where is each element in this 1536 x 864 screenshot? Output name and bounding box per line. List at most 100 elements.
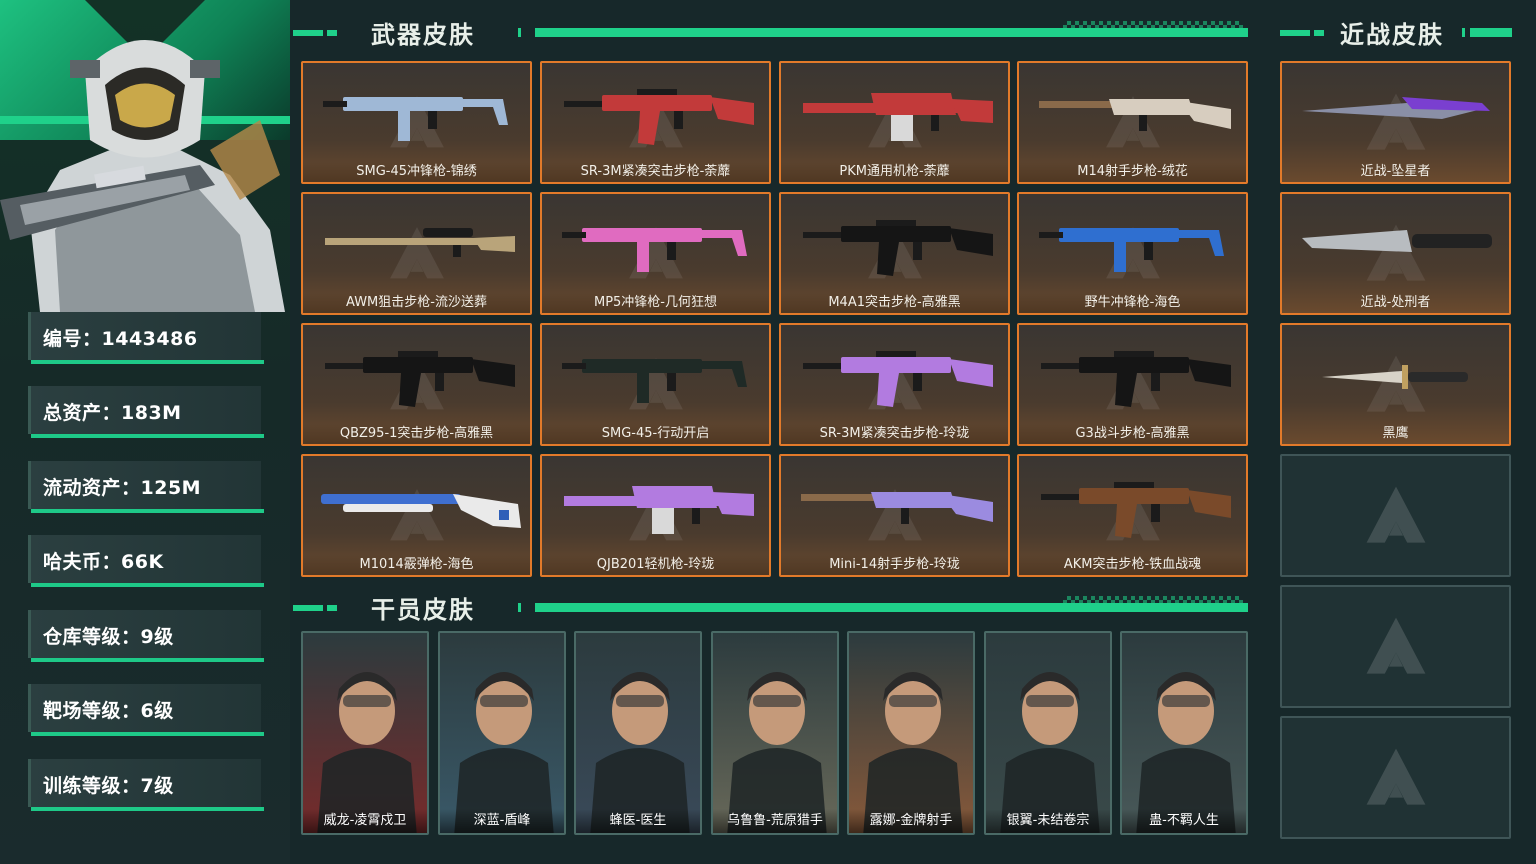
- weapon-skin-card[interactable]: M4A1突击步枪-高雅黑: [779, 192, 1010, 315]
- blade-icon: [1302, 97, 1490, 119]
- empty-melee-slot: [1280, 716, 1511, 839]
- weapon-skin-card[interactable]: QBZ95-1突击步枪-高雅黑: [301, 323, 532, 446]
- melee-skin-card[interactable]: 近战-坠星者: [1280, 61, 1511, 184]
- stat-total-assets-label: 总资产：183M: [43, 402, 182, 424]
- melee-skin-card[interactable]: 黑鹰: [1280, 323, 1511, 446]
- header-accent: [293, 605, 323, 611]
- weapon-skin-card[interactable]: PKM通用机枪-荼蘼: [779, 61, 1010, 184]
- operator-skin-card[interactable]: 威龙-凌霄戍卫: [301, 631, 429, 835]
- weapon-skin-card[interactable]: G3战斗步枪-高雅黑: [1017, 323, 1248, 446]
- weapon-skin-name: AWM狙击步枪-流沙送葬: [303, 293, 530, 313]
- operator-portrait: [849, 633, 973, 833]
- operator-skin-card[interactable]: 蛊-不羁人生: [1120, 631, 1248, 835]
- weapon-skin-name: SMG-45-行动开启: [542, 424, 769, 444]
- lmg-icon: [564, 486, 754, 534]
- operator-skin-name: 蛊-不羁人生: [1122, 809, 1246, 833]
- operator-portrait: [986, 633, 1110, 833]
- stat-range-level: 靶场等级：6级: [28, 684, 261, 732]
- smg-icon: [562, 228, 747, 272]
- weapon-skin-card[interactable]: M14射手步枪-绒花: [1017, 61, 1248, 184]
- melee-skin-card[interactable]: 近战-处刑者: [1280, 192, 1511, 315]
- header-tick: [518, 603, 521, 612]
- weapon-skin-name: PKM通用机枪-荼蘼: [781, 162, 1008, 182]
- operator-skin-card[interactable]: 银翼-未结卷宗: [984, 631, 1112, 835]
- header-accent: [293, 30, 323, 36]
- operator-skin-name: 露娜-金牌射手: [849, 809, 973, 833]
- operator-skin-name: 深蓝-盾峰: [440, 809, 564, 833]
- operator-portrait: [303, 633, 427, 833]
- stat-havoc-coin: 哈夫币：66K: [28, 535, 261, 583]
- melee-skin-name: 近战-处刑者: [1360, 295, 1431, 310]
- header-accent: [1314, 30, 1324, 36]
- rifle-icon: [803, 220, 993, 276]
- rifle-icon: [1041, 351, 1231, 407]
- weapon-skin-card[interactable]: MP5冲锋枪-几何狂想: [540, 192, 771, 315]
- operator-skin-name: 乌鲁鲁-荒原猎手: [713, 809, 837, 833]
- operators-section-title: 干员皮肤: [371, 596, 475, 624]
- weapon-skin-name: SR-3M紧凑突击步枪-荼蘼: [542, 162, 769, 182]
- marksman-icon: [801, 492, 993, 524]
- weapon-skin-card[interactable]: AKM突击步枪-铁血战魂: [1017, 454, 1248, 577]
- stat-liquid-assets: 流动资产：125M: [28, 461, 261, 509]
- operator-skin-card[interactable]: 深蓝-盾峰: [438, 631, 566, 835]
- weapon-skin-card[interactable]: SR-3M紧凑突击步枪-玲珑: [779, 323, 1010, 446]
- weapon-skin-card[interactable]: AWM狙击步枪-流沙送葬: [301, 192, 532, 315]
- operator-avatar: [0, 40, 285, 312]
- weapon-skin-card[interactable]: SMG-45冲锋枪-锦绣: [301, 61, 532, 184]
- empty-melee-slot: [1280, 585, 1511, 708]
- stat-havoc-coin-label: 哈夫币：66K: [43, 551, 164, 573]
- melee-skin-name: 近战-坠星者: [1360, 164, 1431, 179]
- rifle-icon: [564, 89, 754, 145]
- operator-skin-name: 银翼-未结卷宗: [986, 809, 1110, 833]
- header-accent: [1280, 30, 1310, 36]
- weapon-skin-name: Mini-14射手步枪-玲珑: [781, 555, 1008, 575]
- weapon-skin-name: QBZ95-1突击步枪-高雅黑: [303, 424, 530, 444]
- weapon-skin-card[interactable]: M1014霰弹枪-海色: [301, 454, 532, 577]
- header-checker: [1063, 21, 1243, 35]
- rifle-icon: [325, 351, 515, 407]
- weapon-skin-card[interactable]: SMG-45-行动开启: [540, 323, 771, 446]
- knife-icon: [1302, 230, 1492, 252]
- weapon-skin-name: SR-3M紧凑突击步枪-玲珑: [781, 424, 1008, 444]
- stat-id-label: 编号：1443486: [43, 328, 198, 350]
- stat-training-level-label: 训练等级：7级: [43, 775, 174, 797]
- marksman-icon: [1039, 99, 1231, 131]
- rifle-icon: [803, 351, 993, 407]
- profile-panel: 编号：1443486 总资产：183M 流动资产：125M 哈夫币：66K 仓库…: [0, 0, 290, 864]
- brand-watermark-icon: [1366, 617, 1425, 674]
- operator-skin-card[interactable]: 蜂医-医生: [574, 631, 702, 835]
- weapon-skin-card[interactable]: 野牛冲锋枪-海色: [1017, 192, 1248, 315]
- header-accent: [327, 30, 337, 36]
- weapon-skin-card[interactable]: SR-3M紧凑突击步枪-荼蘼: [540, 61, 771, 184]
- brand-watermark-icon: [1366, 486, 1425, 543]
- weapons-section-header: 武器皮肤: [293, 15, 1248, 49]
- empty-melee-slot: [1280, 454, 1511, 577]
- header-tick: [518, 28, 521, 37]
- operator-skin-card[interactable]: 乌鲁鲁-荒原猎手: [711, 631, 839, 835]
- operator-portrait: [576, 633, 700, 833]
- operator-skin-name: 蜂医-医生: [576, 809, 700, 833]
- weapon-skin-name: M14射手步枪-绒花: [1019, 162, 1246, 182]
- operator-skin-card[interactable]: 露娜-金牌射手: [847, 631, 975, 835]
- stat-training-level: 训练等级：7级: [28, 759, 261, 807]
- weapon-skin-name: QJB201轻机枪-玲珑: [542, 555, 769, 575]
- stat-warehouse-level: 仓库等级：9级: [28, 610, 261, 658]
- weapons-section-title: 武器皮肤: [371, 21, 475, 49]
- weapon-skin-name: SMG-45冲锋枪-锦绣: [303, 162, 530, 182]
- weapon-skin-name: 野牛冲锋枪-海色: [1019, 293, 1246, 313]
- operators-section-header: 干员皮肤: [293, 590, 1248, 624]
- stat-total-assets: 总资产：183M: [28, 386, 261, 434]
- smg-icon: [562, 359, 747, 403]
- header-bar: [1470, 28, 1512, 37]
- weapon-skin-card[interactable]: Mini-14射手步枪-玲珑: [779, 454, 1010, 577]
- weapon-skin-name: M1014霰弹枪-海色: [303, 555, 530, 575]
- weapon-skin-card[interactable]: QJB201轻机枪-玲珑: [540, 454, 771, 577]
- melee-section-title: 近战皮肤: [1340, 21, 1444, 49]
- stat-liquid-assets-label: 流动资产：125M: [43, 477, 202, 499]
- operator-portrait: [440, 633, 564, 833]
- melee-section-header: 近战皮肤: [1280, 15, 1512, 49]
- weapon-skin-name: M4A1突击步枪-高雅黑: [781, 293, 1008, 313]
- header-accent: [327, 605, 337, 611]
- brand-watermark-icon: [1366, 748, 1425, 805]
- stat-warehouse-level-label: 仓库等级：9级: [43, 626, 174, 648]
